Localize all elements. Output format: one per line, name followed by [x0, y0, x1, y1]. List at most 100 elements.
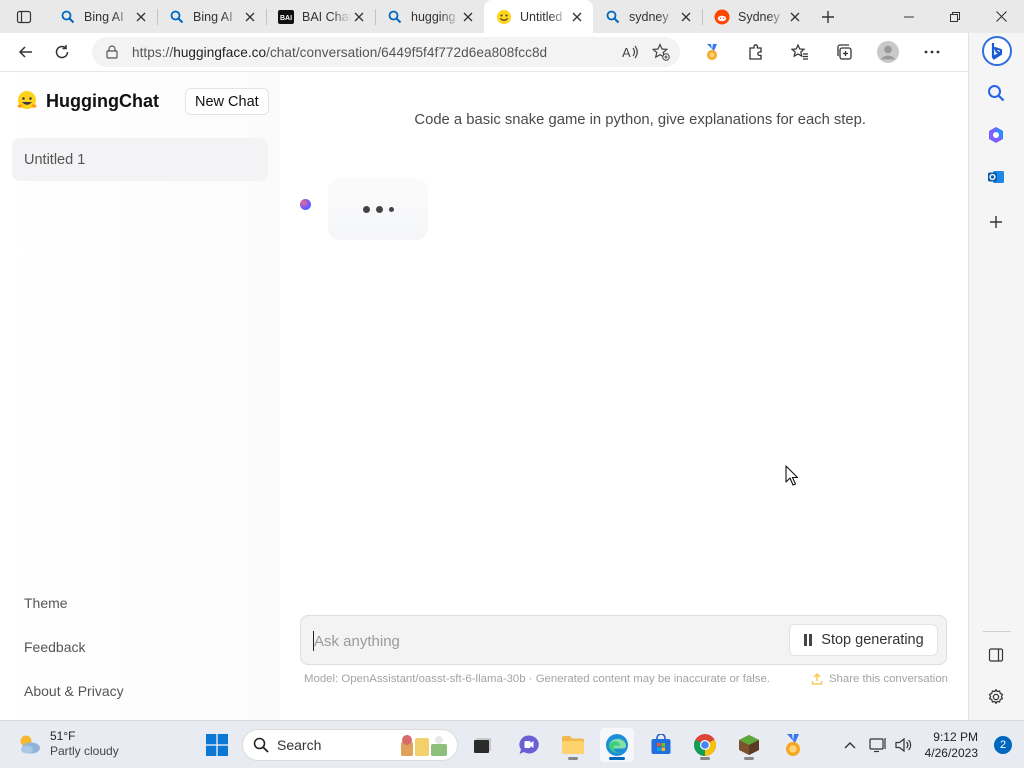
- bai-logo-icon: BAI: [278, 9, 294, 25]
- medal-icon: [786, 734, 800, 756]
- user-message: Code a basic snake game in python, give …: [414, 112, 866, 128]
- windows-taskbar: 51°F Partly cloudy Search 9:12 PM 4/26/2…: [0, 720, 1024, 768]
- bing-chat-button[interactable]: [981, 35, 1013, 67]
- rewards-button[interactable]: [776, 728, 810, 762]
- speaker-icon: [895, 737, 911, 753]
- volume-control[interactable]: [891, 728, 917, 762]
- chat-area: Code a basic snake game in python, give …: [280, 72, 968, 720]
- network-status[interactable]: [865, 728, 891, 762]
- page-content: HuggingChat New Chat Untitled 1 Theme Fe…: [0, 71, 968, 720]
- extension-rewards-button[interactable]: [690, 37, 734, 67]
- sidebar-outlook-button[interactable]: [983, 164, 1009, 190]
- search-icon: [387, 9, 403, 25]
- puzzle-icon: [749, 44, 762, 60]
- system-tray: 9:12 PM 4/26/2023 2: [835, 721, 1024, 768]
- close-tab-icon[interactable]: [569, 9, 585, 25]
- close-tab-icon[interactable]: [351, 9, 367, 25]
- collections-button[interactable]: [822, 37, 866, 67]
- conversation-item[interactable]: Untitled 1: [12, 138, 268, 181]
- sidebar-add-button[interactable]: [983, 209, 1009, 235]
- stop-generating-button[interactable]: Stop generating: [789, 624, 938, 656]
- restore-button[interactable]: [932, 0, 978, 33]
- store-bag-icon: [651, 734, 671, 754]
- search-icon: [988, 85, 1005, 102]
- tab-title: sydney: [629, 9, 669, 24]
- more-horizontal-icon: [924, 50, 940, 54]
- favorites-button[interactable]: [778, 37, 822, 67]
- extensions-button[interactable]: [734, 37, 778, 67]
- lock-icon[interactable]: [106, 45, 118, 59]
- chat-input-container: Stop generating: [300, 615, 947, 665]
- browser-tab[interactable]: sydney: [593, 0, 702, 33]
- close-tab-icon[interactable]: [678, 9, 694, 25]
- feedback-link[interactable]: Feedback: [24, 639, 85, 655]
- search-icon: [169, 9, 185, 25]
- chat-bubble-icon: [519, 735, 539, 754]
- chat-input[interactable]: [314, 630, 774, 652]
- close-tab-icon[interactable]: [242, 9, 258, 25]
- settings-more-button[interactable]: [910, 37, 954, 67]
- bing-logo-icon: [982, 36, 1012, 66]
- new-chat-button[interactable]: New Chat: [185, 88, 269, 115]
- chrome-button[interactable]: [688, 728, 722, 762]
- back-button[interactable]: [8, 37, 44, 67]
- chevron-up-icon: [844, 742, 856, 749]
- panel-icon: [988, 648, 1004, 662]
- network-icon: [869, 738, 886, 753]
- browser-tab[interactable]: BAI BAI Chat: [266, 0, 375, 33]
- grass-block-icon: [739, 735, 759, 755]
- minecraft-button[interactable]: [732, 728, 766, 762]
- close-tab-icon[interactable]: [787, 9, 803, 25]
- sidebar-search-button[interactable]: [983, 80, 1009, 106]
- plus-icon: [990, 216, 1002, 228]
- taskbar-clock[interactable]: 9:12 PM 4/26/2023: [925, 729, 978, 761]
- svg-text:A: A: [622, 45, 631, 60]
- tab-title: hugging: [411, 9, 456, 24]
- browser-tab[interactable]: Sydney: [702, 0, 811, 33]
- tab-title: Sydney: [738, 9, 780, 24]
- notification-badge[interactable]: 2: [994, 736, 1012, 754]
- browser-tab[interactable]: hugging: [375, 0, 484, 33]
- taskbar-search[interactable]: Search: [242, 729, 458, 761]
- search-icon: [253, 737, 269, 753]
- add-favorite-icon[interactable]: [652, 43, 670, 61]
- url-text[interactable]: https://huggingface.co/chat/conversation…: [132, 45, 610, 60]
- new-tab-button[interactable]: [811, 0, 845, 33]
- collections-icon: [837, 44, 852, 60]
- clock-date: 4/26/2023: [924, 746, 978, 760]
- tab-actions-button[interactable]: [0, 0, 48, 33]
- tab-actions-icon: [16, 10, 32, 23]
- start-button[interactable]: [200, 728, 234, 762]
- browser-tab[interactable]: Bing AI: [48, 0, 157, 33]
- weather-widget[interactable]: 51°F Partly cloudy: [16, 729, 119, 759]
- close-tab-icon[interactable]: [133, 9, 149, 25]
- outlook-icon: [988, 171, 1004, 183]
- profile-button[interactable]: [866, 37, 910, 67]
- hugging-face-icon: [496, 9, 512, 25]
- loading-dot: [388, 206, 394, 212]
- share-conversation-link[interactable]: Share this conversation: [811, 673, 948, 685]
- read-aloud-icon[interactable]: A: [622, 44, 640, 60]
- task-view-button[interactable]: [466, 728, 500, 762]
- teams-chat-button[interactable]: [512, 728, 546, 762]
- close-window-button[interactable]: [978, 0, 1024, 33]
- sidebar-panel-toggle-button[interactable]: [983, 642, 1009, 668]
- browser-tab[interactable]: Bing AI: [157, 0, 266, 33]
- tab-title: BAI Chat: [302, 9, 351, 24]
- microsoft-store-button[interactable]: [644, 728, 678, 762]
- theme-link[interactable]: Theme: [24, 595, 68, 611]
- tab-title: Untitled: [520, 9, 563, 24]
- sidebar-office-button[interactable]: [983, 122, 1009, 148]
- edge-taskbar-button[interactable]: [600, 728, 634, 762]
- refresh-button[interactable]: [44, 37, 80, 67]
- brand-logo[interactable]: HuggingChat: [16, 90, 159, 112]
- file-explorer-button[interactable]: [556, 728, 590, 762]
- browser-tab-active[interactable]: Untitled: [484, 0, 593, 33]
- close-tab-icon[interactable]: [460, 9, 476, 25]
- sidebar-settings-button[interactable]: [983, 684, 1009, 710]
- windows-logo-icon: [206, 734, 228, 756]
- about-privacy-link[interactable]: About & Privacy: [24, 683, 124, 699]
- show-hidden-icons-button[interactable]: [835, 728, 865, 762]
- address-bar[interactable]: https://huggingface.co/chat/conversation…: [92, 37, 680, 67]
- minimize-button[interactable]: [886, 0, 932, 33]
